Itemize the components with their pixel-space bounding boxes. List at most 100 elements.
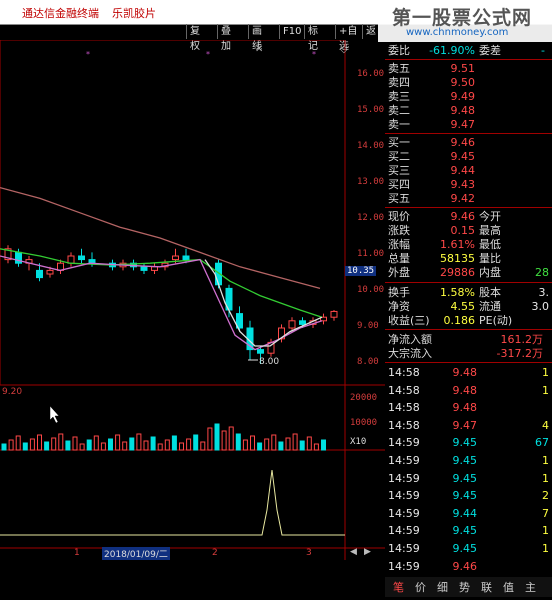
volume-bar [299,440,305,451]
weibi-label: 委比 [388,44,410,57]
tab-link[interactable]: 联 [481,579,492,595]
stat-label: 流通 [479,300,501,313]
quote-row: 14:59 9.45 1 [385,472,552,486]
price-tick: 11.00 [357,249,385,259]
volume-bar [129,437,135,451]
candle-body [299,320,306,325]
tick-time: 14:59 [388,471,420,485]
quote-row: 14:59 9.45 1 [385,524,552,538]
stat-label: 净资 [388,300,410,313]
flow-label: 净流入额 [388,333,432,346]
stat-value: 9.46 [450,210,476,223]
volume-bar [8,439,14,451]
scroll-right-icon[interactable]: ▶ [364,547,371,557]
flow-label: 大宗流入 [388,347,432,360]
stat-value: 0.186 [443,314,476,327]
quote-row: 14:59 9.44 7 [385,507,552,521]
quote-row: 涨跌 0.15 最高 [385,224,552,238]
detail-tabs: 笔 价 细 势 联 值 主 [385,577,552,597]
tab-value[interactable]: 值 [503,579,514,595]
low-price-label: 8.00 [259,357,279,367]
quote-row: 买二 9.45 [385,150,552,164]
volume-bar [136,433,142,451]
tick-price: 9.44 [452,506,478,520]
quote-row: 14:59 9.45 1 [385,454,552,468]
selected-date: 2018/01/09/二 [102,547,170,560]
stat-value: 28 [535,266,549,279]
quote-row: 净资 4.55 流通 3.0 [385,300,552,314]
marker-star-2: * [206,50,210,59]
draw-line-button[interactable]: 画线 [248,24,265,52]
stat-label: 总量 [388,252,410,265]
volume-bar [264,438,270,451]
period-mark: 3 [306,548,312,558]
ask-price: 9.51 [450,62,476,75]
watermark-title: 第一股票公式网 [392,7,533,29]
return-button[interactable]: 返 [362,24,379,39]
tick-price: 9.45 [452,489,478,503]
overlay-button[interactable]: 叠加 [217,24,234,52]
tab-main[interactable]: 主 [525,579,536,595]
stat-value: 0.15 [450,224,476,237]
tab-detail[interactable]: 细 [437,579,448,595]
quote-row: 14:58 9.47 4 [385,419,552,433]
price-tick: 14.00 [357,141,385,151]
f10-button[interactable]: F10 [279,24,304,39]
ask-price: 9.48 [450,104,476,117]
quote-row: 卖五 9.51 [385,62,552,76]
candle-body [78,255,85,261]
kline-chart[interactable]: ✕ ◇ * * * 8.00 9.20 [0,40,385,600]
quote-row: 14:59 9.45 67 [385,436,552,450]
ask-label: 卖五 [388,62,410,75]
tick-time: 14:59 [388,524,420,538]
quote-row: 换手 1.58% 股本 3. [385,286,552,300]
stat-label: 股本 [479,286,501,299]
tab-price[interactable]: 价 [415,579,426,595]
ask-label: 卖三 [388,90,410,103]
add-favorite-button[interactable]: +自选 [335,24,360,52]
volume-bar [44,441,50,451]
stat-label: 外盘 [388,266,410,279]
volume-bar [186,438,192,451]
tick-volume: 1 [542,366,549,379]
restore-rights-button[interactable]: 复权 [186,24,203,52]
volume-bar [179,442,184,451]
stat-value: 1.58% [440,286,475,299]
quote-row: 14:58 9.48 1 [385,384,552,398]
quote-row: 买五 9.42 [385,192,552,206]
bid-price: 9.45 [450,150,476,163]
tab-trend[interactable]: 势 [459,579,470,595]
scroll-left-icon[interactable]: ◀ [350,547,357,557]
volume-tick: 10000 [350,418,378,428]
close-icon[interactable]: ✕ [255,44,263,55]
tick-time: 14:58 [388,418,420,432]
bid-price: 9.43 [450,178,476,191]
candle-body [140,266,148,271]
volume-bar [242,439,248,451]
quote-row: 买三 9.44 [385,164,552,178]
candle-body [46,269,54,275]
volume-bar [150,436,156,451]
stat-label: 今开 [479,210,501,223]
tick-price: 9.46 [452,559,478,573]
quote-row: 卖四 9.50 [385,76,552,90]
tick-price: 9.45 [452,436,478,450]
stat-label: PE(动) [479,314,513,327]
volume-bar [193,434,199,451]
period-mark: 1 [74,548,80,558]
flow-value: -317.2万 [496,347,543,360]
divider [385,282,552,283]
volume-bar [313,443,319,451]
volume-bar [29,438,35,451]
diamond-icon[interactable]: ◇ [340,44,348,55]
volume-bar [278,441,284,451]
candle-body [257,349,264,354]
mark-button[interactable]: 标记 [304,24,321,52]
bid-label: 买四 [388,178,410,191]
volume-bar [15,435,21,451]
tick-time: 14:59 [388,559,420,573]
quote-row: 卖二 9.48 [385,104,552,118]
tab-trades[interactable]: 笔 [393,579,404,595]
volume-bar [292,433,298,451]
quote-row: 卖三 9.49 [385,90,552,104]
